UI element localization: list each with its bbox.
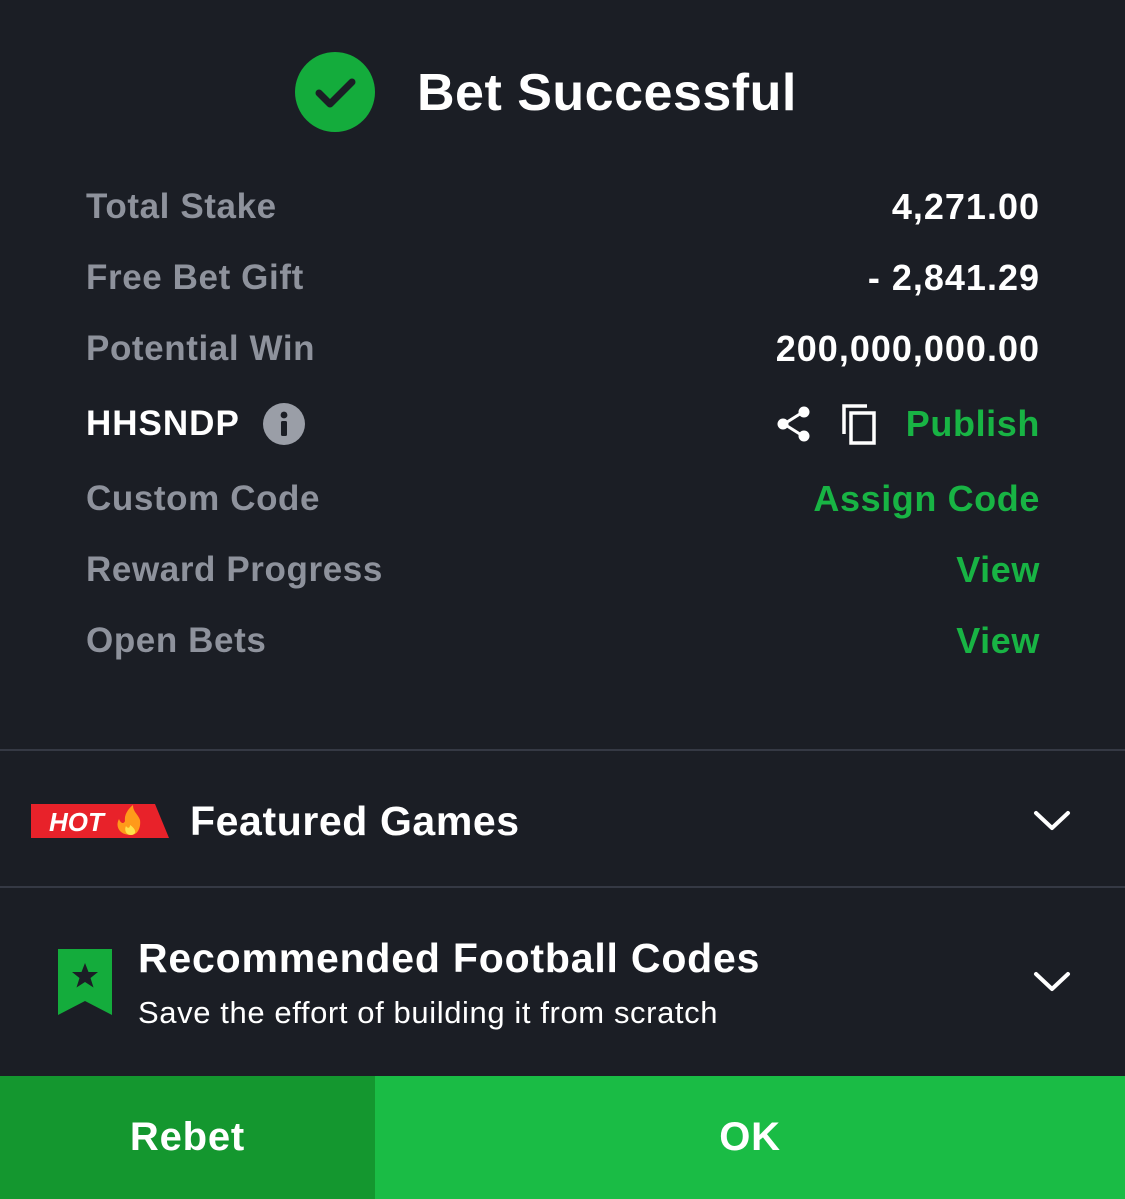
check-circle-icon bbox=[295, 52, 375, 132]
reward-progress-row: Reward Progress View bbox=[86, 545, 1040, 595]
potential-win-value: 200,000,000.00 bbox=[775, 328, 1040, 369]
free-bet-gift-row: Free Bet Gift - 2,841.29 bbox=[86, 253, 1040, 303]
bookmark-star-icon bbox=[58, 949, 112, 1015]
potential-win-row: Potential Win 200,000,000.00 bbox=[86, 324, 1040, 374]
rebet-button[interactable]: Rebet bbox=[0, 1076, 375, 1199]
recommended-codes-section[interactable]: Recommended Football Codes Save the effo… bbox=[0, 889, 1125, 1075]
assign-code-link[interactable]: Assign Code bbox=[813, 474, 1040, 524]
success-header: Bet Successful bbox=[0, 52, 1125, 134]
info-icon[interactable] bbox=[263, 403, 305, 445]
recommended-codes-subtitle: Save the effort of building it from scra… bbox=[138, 995, 719, 1030]
divider bbox=[0, 749, 1125, 751]
open-bets-label: Open Bets bbox=[86, 621, 267, 660]
chevron-down-icon[interactable] bbox=[1032, 808, 1072, 832]
booking-code: HHSNDP bbox=[86, 404, 240, 443]
total-stake-value: 4,271.00 bbox=[891, 186, 1040, 227]
ok-button[interactable]: OK bbox=[375, 1076, 1125, 1199]
divider bbox=[0, 886, 1125, 888]
hot-badge-label: HOT bbox=[49, 807, 106, 837]
booking-code-row: HHSNDP Publish bbox=[86, 399, 1040, 449]
free-bet-gift-label: Free Bet Gift bbox=[86, 258, 304, 297]
reward-progress-label: Reward Progress bbox=[86, 550, 383, 589]
open-bets-view-link[interactable]: View bbox=[956, 616, 1040, 666]
publish-link[interactable]: Publish bbox=[906, 399, 1040, 449]
free-bet-gift-value: - 2,841.29 bbox=[867, 257, 1040, 298]
recommended-codes-title: Recommended Football Codes bbox=[138, 935, 761, 981]
share-icon[interactable] bbox=[774, 404, 814, 444]
custom-code-row: Custom Code Assign Code bbox=[86, 474, 1040, 524]
page-title: Bet Successful bbox=[417, 64, 797, 122]
open-bets-row: Open Bets View bbox=[86, 616, 1040, 666]
total-stake-label: Total Stake bbox=[86, 187, 277, 226]
hot-badge: HOT bbox=[31, 802, 169, 840]
copy-icon[interactable] bbox=[840, 402, 880, 446]
reward-progress-view-link[interactable]: View bbox=[956, 545, 1040, 595]
chevron-down-icon[interactable] bbox=[1032, 969, 1072, 993]
custom-code-label: Custom Code bbox=[86, 479, 321, 518]
total-stake-row: Total Stake 4,271.00 bbox=[86, 182, 1040, 232]
featured-games-section[interactable]: HOT Featured Games bbox=[0, 752, 1125, 887]
potential-win-label: Potential Win bbox=[86, 329, 316, 368]
featured-games-title: Featured Games bbox=[190, 798, 520, 844]
bet-success-sheet: Bet Successful Total Stake 4,271.00 Free… bbox=[0, 0, 1125, 1199]
